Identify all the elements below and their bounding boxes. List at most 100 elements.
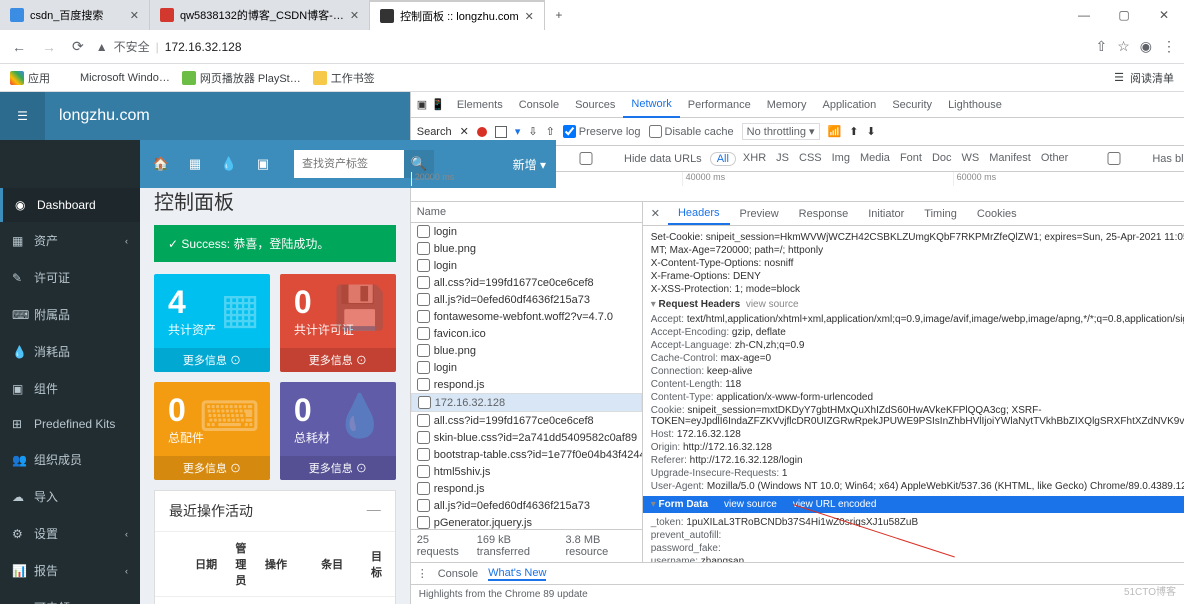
request-checkbox[interactable]	[417, 225, 430, 238]
bookmark-ms[interactable]: Microsoft Windo…	[62, 71, 170, 85]
request-row[interactable]: blue.png	[411, 342, 642, 359]
sidebar-item[interactable]: ▣组件	[0, 370, 140, 407]
stat-tile[interactable]: 0总配件⌨更多信息 ⊙	[154, 382, 270, 480]
close-details-icon[interactable]: ✕	[643, 202, 668, 225]
blocked-cookies-checkbox[interactable]: Has blocked cookies	[1079, 152, 1184, 165]
devtools-tab[interactable]: Lighthouse	[940, 92, 1010, 118]
request-row[interactable]: login	[411, 223, 642, 240]
filter-type[interactable]: Other	[1038, 152, 1072, 166]
filter-type[interactable]: JS	[773, 152, 792, 166]
request-row[interactable]: login	[411, 359, 642, 376]
panel-collapse[interactable]: —	[367, 501, 381, 521]
detail-tab[interactable]: Timing	[914, 202, 967, 225]
menu-icon[interactable]: ⋮	[1162, 38, 1176, 55]
column-header[interactable]	[155, 532, 189, 597]
request-checkbox[interactable]	[417, 276, 430, 289]
browser-tab[interactable]: csdn_百度搜索✕	[0, 0, 150, 30]
request-row[interactable]: all.css?id=199fd1677ce0ce6cef8	[411, 412, 642, 429]
minimize-button[interactable]: —	[1064, 0, 1104, 30]
request-checkbox[interactable]	[417, 516, 430, 529]
wifi-icon[interactable]: 📶	[828, 125, 842, 138]
devtools-tab[interactable]: Network	[623, 92, 679, 118]
detail-tab[interactable]: Initiator	[858, 202, 914, 225]
request-checkbox[interactable]	[417, 344, 430, 357]
sidebar-item[interactable]: ⊞Predefined Kits	[0, 407, 140, 441]
devtools-tab[interactable]: Application	[814, 92, 884, 118]
timeline[interactable]: 20000 ms40000 ms60000 ms80000 ms100000 m…	[411, 172, 1184, 202]
sidebar-item[interactable]: ⌨附属品	[0, 296, 140, 333]
filter-type[interactable]: CSS	[796, 152, 825, 166]
devtools-tab[interactable]: Memory	[759, 92, 815, 118]
forward-button[interactable]: →	[38, 39, 60, 55]
tab-close-icon[interactable]: ✕	[350, 9, 359, 22]
browser-tab[interactable]: 控制面板 :: longzhu.com✕	[370, 0, 545, 30]
request-row[interactable]: respond.js	[411, 376, 642, 393]
drawer-whatsnew-tab[interactable]: What's New	[488, 567, 546, 581]
drawer-menu-icon[interactable]: ⋮	[417, 567, 428, 580]
upload-icon[interactable]: ⬆	[849, 125, 858, 138]
bookmark-work[interactable]: 工作书签	[313, 70, 375, 86]
throttle-select[interactable]: No throttling ▾	[742, 123, 820, 140]
name-column-header[interactable]: Name	[411, 202, 642, 223]
tile-more-link[interactable]: 更多信息 ⊙	[280, 348, 396, 372]
sidebar-item[interactable]: ✎许可证	[0, 259, 140, 296]
request-row[interactable]: respond.js	[411, 480, 642, 497]
filter-type[interactable]: XHR	[740, 152, 769, 166]
component-icon[interactable]: ▣	[252, 153, 274, 175]
devtools-tab[interactable]: Console	[511, 92, 567, 118]
request-checkbox[interactable]	[417, 242, 430, 255]
request-checkbox[interactable]	[417, 310, 430, 323]
disable-cache-checkbox[interactable]: Disable cache	[649, 125, 734, 138]
filter-type[interactable]: Img	[829, 152, 853, 166]
devtools-tab[interactable]: Sources	[567, 92, 623, 118]
request-checkbox[interactable]	[418, 396, 431, 409]
request-checkbox[interactable]	[417, 448, 430, 461]
filter-type[interactable]: All	[710, 152, 736, 166]
drawer-console-tab[interactable]: Console	[438, 568, 478, 580]
device-icon[interactable]: 📱	[431, 98, 445, 111]
cell-admin[interactable]: 三张	[229, 597, 259, 604]
request-row[interactable]: login	[411, 257, 642, 274]
inspect-icon[interactable]: ▣	[417, 98, 427, 111]
cell-target[interactable]	[365, 597, 395, 604]
sidebar-item[interactable]: ⚙设置‹	[0, 515, 140, 552]
cell-item[interactable]: ▮▮▮台式电脑 (00004) - pc组装电脑	[315, 597, 365, 604]
stat-tile[interactable]: 4共计资产▦更多信息 ⊙	[154, 274, 270, 372]
assets-icon[interactable]: ▦	[184, 153, 206, 175]
column-header[interactable]: 目标	[365, 532, 395, 597]
share-icon[interactable]: ⇧	[1095, 38, 1107, 55]
sidebar-toggle[interactable]: ☰	[0, 92, 45, 140]
request-checkbox[interactable]	[417, 431, 430, 444]
up-icon[interactable]: ⇧	[546, 125, 555, 138]
request-row[interactable]: 172.16.32.128	[411, 393, 642, 412]
new-tab-button[interactable]: +	[545, 8, 573, 22]
request-checkbox[interactable]	[417, 293, 430, 306]
apps-button[interactable]: 应用	[10, 70, 50, 86]
request-checkbox[interactable]	[417, 259, 430, 272]
filter-type[interactable]: WS	[959, 152, 983, 166]
filter-type[interactable]: Manifest	[986, 152, 1034, 166]
request-row[interactable]: all.js?id=0efed60df4636f215a73	[411, 291, 642, 308]
maximize-button[interactable]: ▢	[1104, 0, 1144, 30]
search-input[interactable]	[294, 150, 404, 178]
dl-icon[interactable]: ⇩	[528, 125, 537, 138]
request-checkbox[interactable]	[417, 499, 430, 512]
tab-close-icon[interactable]: ✕	[525, 10, 534, 23]
browser-tab[interactable]: qw5838132的博客_CSDN博客-…✕	[150, 0, 370, 30]
reload-button[interactable]: ⟳	[68, 38, 88, 55]
sidebar-item[interactable]: 📊报告‹	[0, 552, 140, 589]
column-header[interactable]: 操作	[259, 532, 315, 597]
reading-list-button[interactable]: ☰ 阅读清单	[1114, 70, 1174, 86]
download-icon[interactable]: ⬇	[866, 125, 875, 138]
request-checkbox[interactable]	[417, 361, 430, 374]
sidebar-item[interactable]: ☁导入	[0, 478, 140, 515]
droplet-icon[interactable]: 💧	[218, 153, 240, 175]
favorite-icon[interactable]: ☆	[1117, 38, 1130, 55]
sidebar-item[interactable]: 💧消耗品	[0, 333, 140, 370]
tile-more-link[interactable]: 更多信息 ⊙	[280, 456, 396, 480]
sidebar-item[interactable]: ▦资产‹	[0, 222, 140, 259]
filter-type[interactable]: Font	[897, 152, 925, 166]
filter-type[interactable]: Media	[857, 152, 893, 166]
sidebar-item[interactable]: ▭可申领	[0, 589, 140, 604]
preserve-log-checkbox[interactable]: Preserve log	[563, 125, 641, 138]
